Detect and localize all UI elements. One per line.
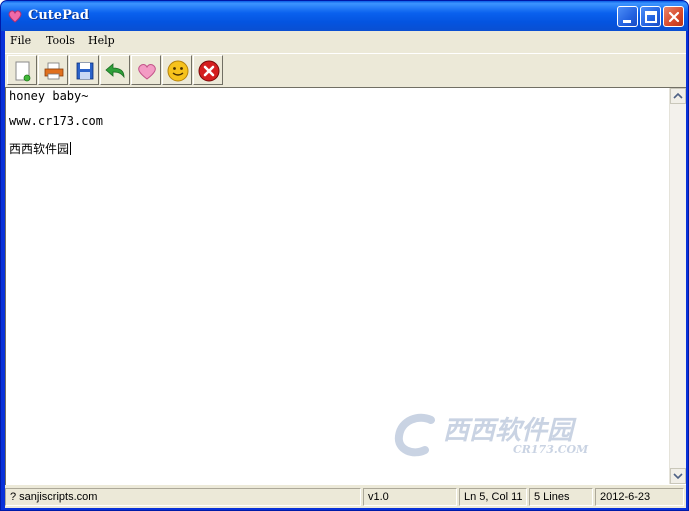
watermark-sub-text: CR173.COM [513,443,589,456]
save-icon [76,62,94,80]
menu-bar: File Tools Help [5,31,686,51]
toolbar [5,53,686,85]
chevron-down-icon [673,473,683,480]
vertical-scrollbar[interactable] [669,88,686,484]
editor-line-3-text: 西西软件园 [9,142,70,156]
print-icon [44,62,64,80]
exit-button[interactable] [193,55,223,85]
text-editor[interactable]: honey baby~ www.cr173.com 西西软件园 西西软件园 CR… [5,87,686,485]
watermark-main-text: 西西软件园 [443,416,574,446]
undo-arrow-icon [105,63,125,79]
window-title: CutePad [28,8,90,23]
title-bar[interactable]: CutePad [1,1,688,31]
editor-line-2: www.cr173.com [9,114,103,128]
editor-line-1: honey baby~ [9,89,89,103]
undo-button[interactable] [100,55,130,85]
status-version: v1.0 [363,488,457,506]
menu-tools[interactable]: Tools [46,34,75,47]
menu-help[interactable]: Help [88,34,115,47]
print-button[interactable] [38,55,68,85]
new-document-icon [15,61,31,82]
minimize-button[interactable] [617,6,638,27]
chevron-up-icon [673,92,683,99]
exit-icon [198,60,220,82]
scroll-up-button[interactable] [670,88,686,104]
heart-icon[interactable] [7,8,23,24]
app-window: CutePad File Tools Help honey baby~ www.… [0,0,689,511]
status-cursor-position: Ln 5, Col 11 [459,488,527,506]
smiley-button[interactable] [162,55,192,85]
client-area: File Tools Help honey baby~ www.cr173.co… [5,31,686,508]
watermark-c-icon [394,413,435,457]
heart-button[interactable] [131,55,161,85]
menu-file[interactable]: File [10,34,31,47]
watermark-logo: 西西软件园 CR173.COM [391,410,631,462]
text-caret [70,142,72,155]
close-window-button[interactable] [663,6,684,27]
new-button[interactable] [7,55,37,85]
status-website: ? sanjiscripts.com [5,488,361,506]
status-date: 2012-6-23 [595,488,684,506]
smiley-icon [167,60,189,82]
heart-icon [138,63,156,80]
status-line-count: 5 Lines [529,488,593,506]
save-button[interactable] [69,55,99,85]
maximize-button[interactable] [640,6,661,27]
status-bar: ? sanjiscripts.com v1.0 Ln 5, Col 11 5 L… [5,486,686,508]
scroll-down-button[interactable] [670,468,686,484]
editor-line-3: 西西软件园 [9,140,72,157]
